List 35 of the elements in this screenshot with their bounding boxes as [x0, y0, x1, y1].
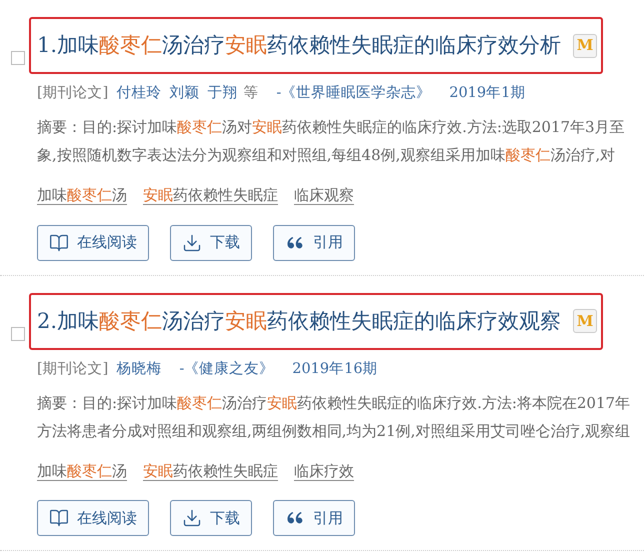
action-button[interactable]: 下载	[170, 500, 252, 536]
abstract-line: 方法将患者分成对照组和观察组,两组例数相同,均为21例,对照组采用艾司唑仑治疗,观察组	[37, 420, 630, 442]
action-button[interactable]: 在线阅读	[37, 500, 149, 536]
action-button[interactable]: 在线阅读	[37, 224, 149, 260]
keyword-link[interactable]: 加味酸枣仁汤	[37, 184, 127, 206]
result-title[interactable]: 1.加味酸枣仁汤治疗安眠药依赖性失眠症的临床疗效分析	[37, 35, 562, 56]
abstract-line: 摘要：目的:探讨加味酸枣仁汤对安眠药依赖性失眠症的临床疗效.方法:选取2017年3月至	[37, 117, 625, 138]
book-icon	[49, 508, 69, 528]
author-link[interactable]: 于翔	[207, 83, 238, 105]
keyword-link[interactable]: 加味酸枣仁汤	[37, 460, 127, 482]
author-link[interactable]: 付桂玲	[116, 83, 162, 105]
result-title[interactable]: 2.加味酸枣仁汤治疗安眠药依赖性失眠症的临床疗效观察	[37, 310, 562, 332]
checkbox[interactable]	[11, 51, 25, 65]
issue-label: 2019年1期	[449, 84, 526, 104]
abstract-line: 象,按照随机数字表达法分为观察组和对照组,每组48例,观察组采用加味酸枣仁汤治疗,对	[37, 145, 616, 166]
keyword-link[interactable]: 安眠药依赖性失眠症	[143, 460, 278, 482]
download-icon	[182, 232, 202, 252]
author-link[interactable]: 刘颖	[169, 83, 200, 105]
book-icon	[49, 232, 69, 252]
journal-link[interactable]: -《健康之友》	[179, 358, 274, 380]
author-link[interactable]: 杨晓梅	[116, 358, 162, 380]
document-type: [期刊论文]	[37, 84, 108, 104]
download-icon	[182, 508, 202, 528]
action-button[interactable]: 引用	[273, 224, 355, 260]
document-type: [期刊论文]	[37, 360, 108, 379]
et-al: 等	[243, 84, 258, 104]
keyword-link[interactable]: 临床观察	[294, 184, 354, 206]
abstract-line: 摘要：目的:探讨加味酸枣仁汤治疗安眠药依赖性失眠症的临床疗效.方法:将本院在2017年	[37, 392, 630, 414]
checkbox[interactable]	[11, 326, 25, 340]
action-button[interactable]: 下载	[170, 224, 252, 260]
action-button[interactable]: 引用	[273, 500, 355, 536]
keyword-link[interactable]: 临床疗效	[294, 460, 354, 482]
keyword-link[interactable]: 安眠药依赖性失眠症	[143, 184, 278, 206]
journal-link[interactable]: -《世界睡眠医学杂志》	[276, 83, 432, 105]
issue-label: 2019年16期	[292, 360, 378, 379]
